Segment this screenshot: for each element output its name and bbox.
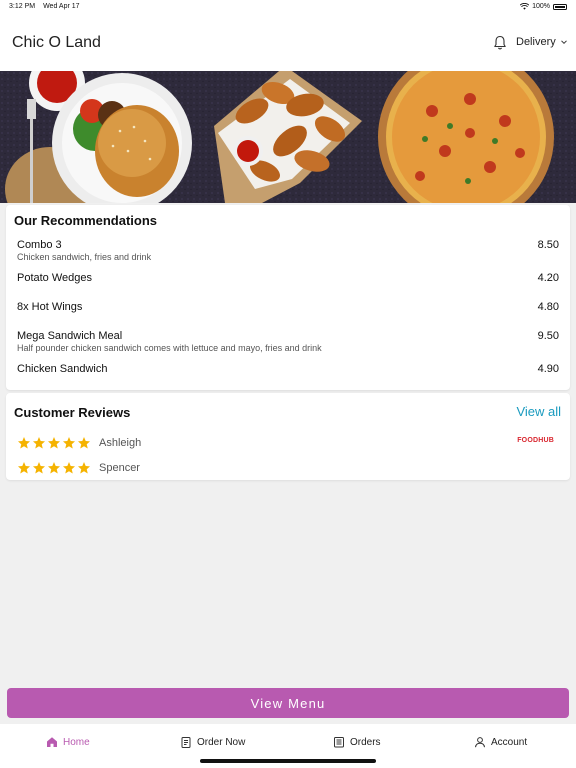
orders-icon xyxy=(334,737,344,748)
delivery-label: Delivery xyxy=(516,36,556,48)
view-all-link[interactable]: View all xyxy=(516,404,561,419)
view-menu-button[interactable]: View Menu xyxy=(7,688,569,718)
menu-item-name: Chicken Sandwich xyxy=(17,363,108,375)
app-title: Chic O Land xyxy=(12,34,101,51)
foodhub-logo: FOODHUB xyxy=(517,437,554,444)
star-icon xyxy=(77,437,91,449)
tab-label: Account xyxy=(491,736,528,748)
status-bar: 3:12 PM Wed Apr 17 100% xyxy=(0,0,576,14)
menu-item-price: 4.80 xyxy=(537,301,559,313)
star-rating xyxy=(17,461,91,475)
home-indicator xyxy=(200,759,376,763)
review-row: Spencer xyxy=(17,461,140,475)
delivery-dropdown[interactable]: Delivery xyxy=(516,36,568,48)
tab-label: Home xyxy=(63,736,90,748)
menu-item-description: Half pounder chicken sandwich comes with… xyxy=(17,343,322,353)
menu-item-name: 8x Hot Wings xyxy=(17,301,83,313)
star-rating xyxy=(17,436,91,450)
menu-item-description: Chicken sandwich, fries and drink xyxy=(17,252,152,262)
menu-item[interactable]: 8x Hot Wings 4.80 xyxy=(17,301,559,313)
menu-item-name: Mega Sandwich Meal xyxy=(17,330,123,342)
tab-home[interactable]: Home xyxy=(46,736,90,748)
menu-item-price: 8.50 xyxy=(537,239,559,251)
app-header: Chic O Land Delivery xyxy=(0,14,576,71)
battery-icon xyxy=(553,3,567,10)
menu-item-name: Potato Wedges xyxy=(17,272,93,284)
star-icon xyxy=(62,462,76,474)
menu-item-price: 9.50 xyxy=(537,330,559,342)
menu-item[interactable]: Potato Wedges 4.20 xyxy=(17,272,559,284)
account-icon xyxy=(475,737,485,748)
reviewer-name: Spencer xyxy=(99,462,140,474)
star-icon xyxy=(32,437,46,449)
reviewer-name: Ashleigh xyxy=(99,437,142,449)
reviews-title: Customer Reviews xyxy=(14,405,131,420)
menu-item[interactable]: Combo 3 Chicken sandwich, fries and drin… xyxy=(17,239,559,262)
tab-order-now[interactable]: Order Now xyxy=(180,736,245,748)
menu-item-price: 4.90 xyxy=(537,363,559,375)
menu-item-name: Combo 3 xyxy=(17,239,62,251)
star-icon xyxy=(62,437,76,449)
food-banner-image xyxy=(0,71,576,203)
tab-label: Order Now xyxy=(197,736,246,748)
wifi-icon xyxy=(520,3,530,10)
tab-account[interactable]: Account xyxy=(474,736,527,748)
star-icon xyxy=(17,462,31,474)
star-icon xyxy=(47,462,61,474)
tab-label: Orders xyxy=(350,736,381,748)
star-icon xyxy=(47,437,61,449)
customer-reviews-card: Customer Reviews View all FOODHUB Ashlei… xyxy=(6,393,570,480)
menu-item-price: 4.20 xyxy=(537,272,559,284)
home-icon xyxy=(47,737,57,747)
bell-icon[interactable] xyxy=(492,35,508,51)
menu-item[interactable]: Chicken Sandwich 4.90 xyxy=(17,363,559,375)
recommendations-title: Our Recommendations xyxy=(14,213,158,228)
bottom-tab-bar: Home Order Now Orders Account xyxy=(0,724,576,768)
star-icon xyxy=(17,437,31,449)
menu-item[interactable]: Mega Sandwich Meal Half pounder chicken … xyxy=(17,330,559,353)
tab-orders[interactable]: Orders xyxy=(333,736,381,748)
review-row: Ashleigh xyxy=(17,436,141,450)
star-icon xyxy=(77,462,91,474)
status-date: Wed Apr 17 xyxy=(43,3,80,10)
status-time: 3:12 PM xyxy=(9,3,36,10)
battery-percent: 100% xyxy=(532,3,550,10)
order-icon xyxy=(181,737,191,748)
star-icon xyxy=(32,462,46,474)
recommendations-card: Our Recommendations Combo 3 Chicken sand… xyxy=(6,205,570,390)
chevron-down-icon xyxy=(560,40,567,45)
